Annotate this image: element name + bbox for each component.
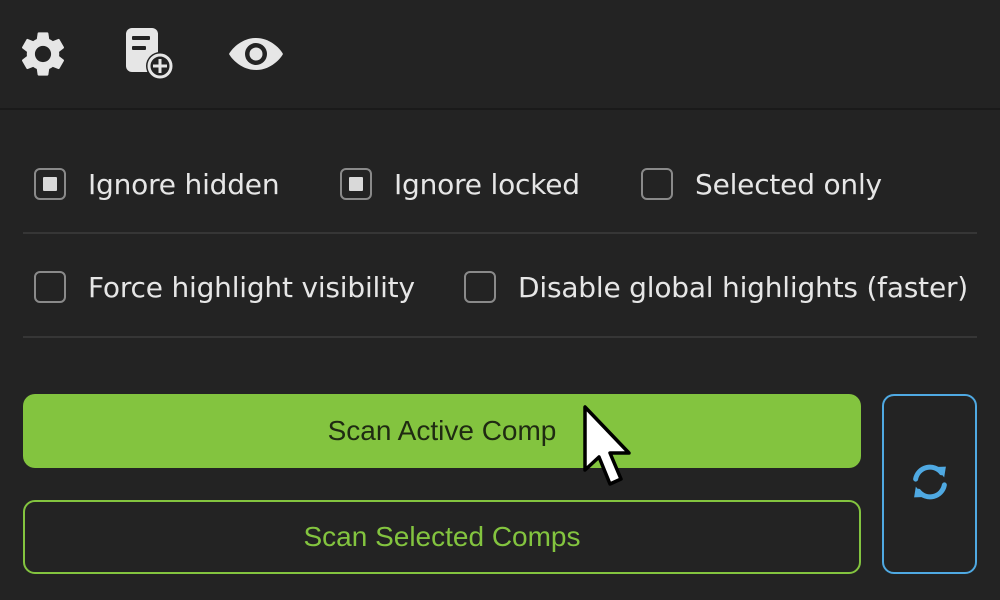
toolbar [0, 0, 1000, 110]
checkbox-box[interactable] [340, 168, 372, 200]
disable-global-highlights-label: Disable global highlights (faster) [518, 270, 969, 304]
checkbox-box[interactable] [34, 168, 66, 200]
scan-active-comp-button[interactable]: Scan Active Comp [23, 394, 861, 468]
selected-only-checkbox[interactable]: Selected only [641, 166, 882, 202]
scan-selected-comps-button[interactable]: Scan Selected Comps [23, 500, 861, 574]
refresh-icon [907, 459, 953, 509]
force-highlight-checkbox[interactable]: Force highlight visibility [34, 269, 415, 305]
ignore-locked-checkbox[interactable]: Ignore locked [340, 166, 580, 202]
gear-icon[interactable] [15, 26, 71, 82]
checkbox-box[interactable] [464, 271, 496, 303]
disable-global-highlights-checkbox[interactable]: Disable global highlights (faster) [464, 269, 968, 305]
force-highlight-label: Force highlight visibility [88, 270, 415, 304]
refresh-button[interactable] [882, 394, 977, 574]
divider [23, 232, 977, 234]
ignore-locked-label: Ignore locked [394, 167, 580, 201]
add-document-icon[interactable] [120, 26, 176, 82]
ignore-hidden-checkbox[interactable]: Ignore hidden [34, 166, 280, 202]
divider [23, 336, 977, 338]
checkbox-box[interactable] [34, 271, 66, 303]
scanner-panel: Ignore hidden Ignore locked Selected onl… [0, 0, 1000, 600]
ignore-hidden-label: Ignore hidden [88, 167, 280, 201]
checkbox-box[interactable] [641, 168, 673, 200]
eye-icon[interactable] [228, 26, 284, 82]
selected-only-label: Selected only [695, 167, 882, 201]
